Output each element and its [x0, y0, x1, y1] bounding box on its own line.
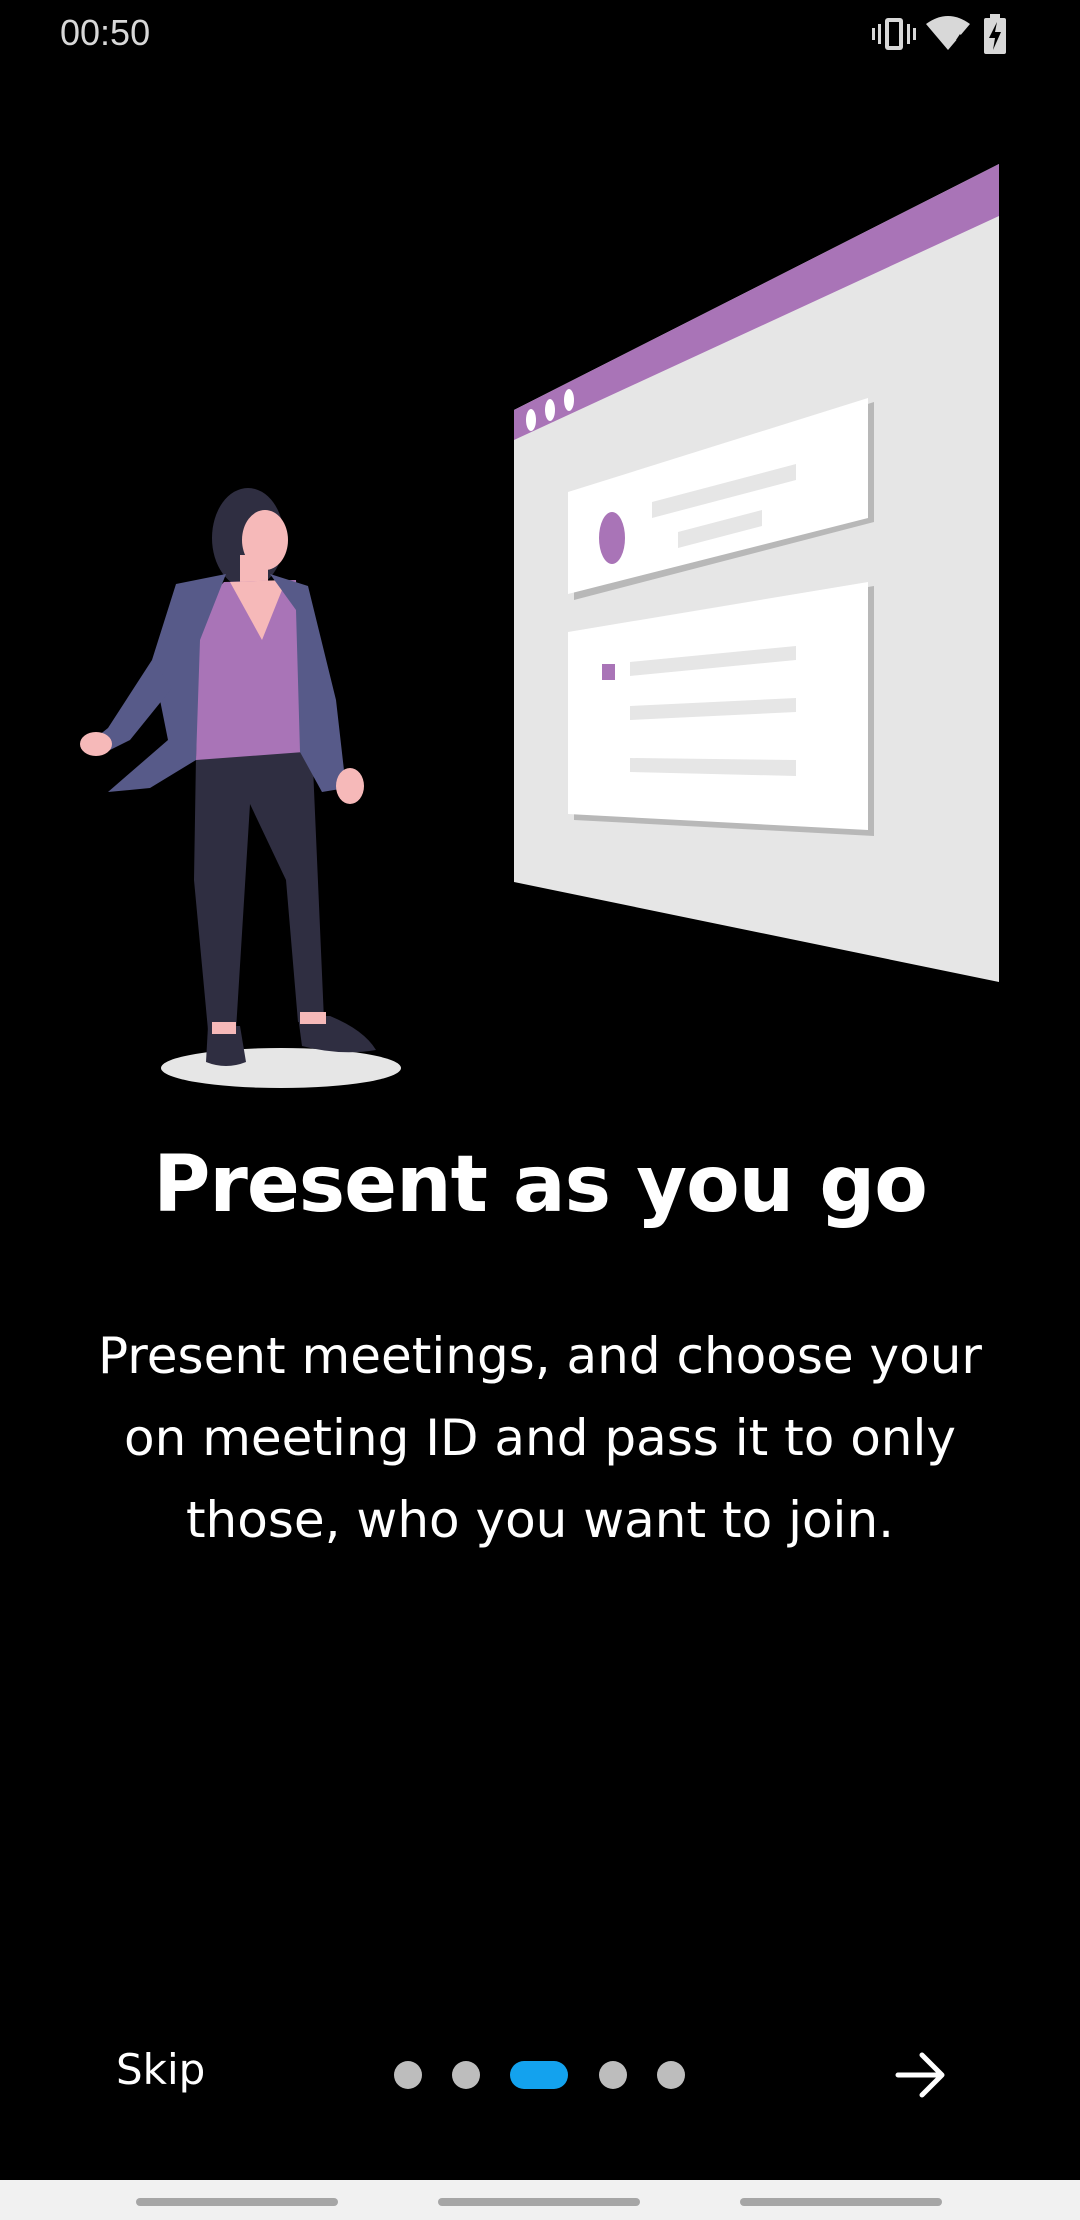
nav-segment-right[interactable]	[740, 2198, 942, 2206]
page-dot-5[interactable]	[657, 2061, 685, 2089]
page-title: Present as you go	[153, 1140, 928, 1230]
next-button[interactable]	[890, 2047, 954, 2103]
page-dot-3-active[interactable]	[510, 2061, 568, 2089]
page-dot-1[interactable]	[394, 2061, 422, 2089]
system-navigation-bar	[0, 2180, 1080, 2220]
woman-figure-graphic	[80, 488, 401, 1088]
nav-segment-center[interactable]	[438, 2198, 640, 2206]
battery-charging-icon	[984, 14, 1006, 54]
skip-button[interactable]: Skip	[116, 2045, 205, 2094]
page-description: Present meetings, and choose your on mee…	[98, 1327, 982, 1549]
browser-window-graphic	[514, 164, 999, 982]
arrow-right-icon	[895, 2052, 945, 2098]
onboarding-illustration	[80, 164, 999, 1088]
wifi-icon	[926, 16, 970, 50]
nav-segment-left[interactable]	[136, 2198, 338, 2206]
status-icons	[872, 14, 1022, 54]
status-time: 00:50	[60, 12, 151, 53]
status-bar: 00:50	[0, 0, 1080, 68]
page-dot-4[interactable]	[599, 2061, 627, 2089]
page-indicator	[394, 2061, 686, 2089]
page-dot-2[interactable]	[452, 2061, 480, 2089]
onboarding-navigation: Skip	[0, 2035, 1080, 2115]
vibrate-icon	[872, 18, 916, 50]
